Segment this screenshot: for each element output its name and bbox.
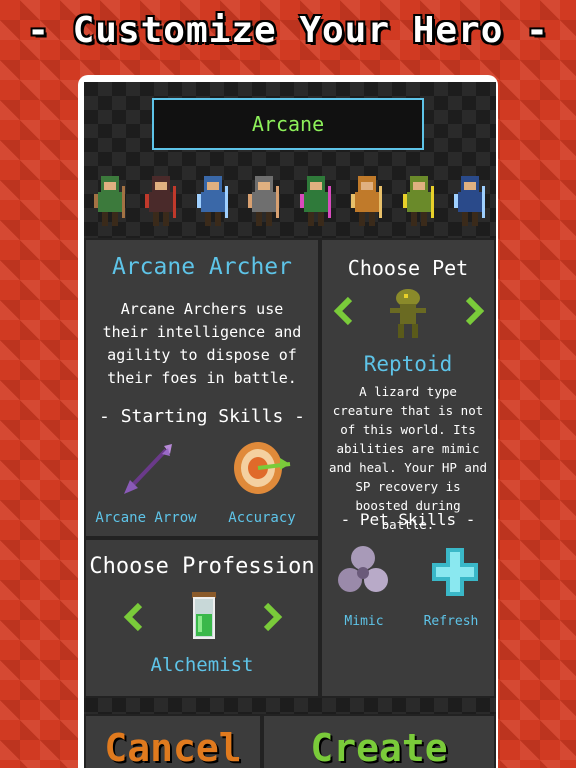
choose-pet-heading: Choose Pet	[347, 256, 469, 280]
chevron-left-icon	[333, 296, 353, 326]
hero-option[interactable]	[242, 172, 286, 230]
accuracy-skill-icon[interactable]	[230, 438, 292, 496]
grey-hood-hero-icon	[248, 176, 280, 226]
hero-option[interactable]	[448, 172, 492, 230]
hero-name-field[interactable]: Arcane	[152, 98, 424, 150]
hero-option[interactable]	[139, 172, 183, 230]
cancel-button[interactable]: Cancel	[84, 714, 262, 768]
green-hood-hero-icon	[93, 176, 125, 226]
mimic-label: Mimic	[344, 614, 384, 629]
screen-banner: - Customize Your Hero -	[27, 10, 549, 51]
class-title: Arcane Archer	[111, 254, 292, 280]
hero-customizer-panel: Arcane Arcane Archer Arcane Archers use …	[84, 82, 496, 768]
hero-option[interactable]	[397, 172, 441, 230]
pet-next-button[interactable]	[462, 296, 486, 326]
blue-archer-icon	[454, 176, 486, 226]
mimic-skill-icon[interactable]	[336, 544, 390, 600]
potion-icon	[190, 592, 218, 642]
refresh-label: Refresh	[423, 614, 479, 629]
hero-option[interactable]	[294, 172, 338, 230]
pet-skills-heading: - Pet Skills -	[340, 510, 476, 529]
class-description: Arcane Archers use their intelligence an…	[102, 300, 302, 387]
orange-archer-icon	[351, 176, 383, 226]
mohawk-warrior-icon	[299, 176, 331, 226]
red-dark-hero-icon	[145, 176, 177, 226]
hero-name-text: Arcane	[251, 112, 325, 136]
reptoid-pet-icon	[382, 286, 436, 342]
hero-option[interactable]	[88, 172, 132, 230]
profession-prev-button[interactable]	[122, 602, 146, 632]
starting-skills-heading: - Starting Skills -	[99, 406, 305, 427]
choose-profession-heading: Choose Profession	[89, 554, 315, 579]
blue-mage-hero-icon	[196, 176, 228, 226]
arcane-arrow-label: Arcane Arrow	[95, 510, 197, 526]
arcane-arrow-skill-icon[interactable]	[120, 440, 174, 496]
profession-name: Alchemist	[150, 654, 254, 676]
create-button[interactable]: Create	[262, 714, 496, 768]
hero-selector-row	[84, 170, 496, 230]
goblin-icon	[402, 176, 434, 226]
pet-prev-button[interactable]	[332, 296, 356, 326]
hero-option[interactable]	[345, 172, 389, 230]
pet-name: Reptoid	[363, 352, 453, 376]
class-info-panel: Arcane Archer Arcane Archers use their i…	[84, 238, 320, 538]
chevron-right-icon	[465, 296, 485, 326]
cancel-button-label: Cancel	[104, 726, 242, 768]
accuracy-label: Accuracy	[228, 510, 296, 526]
refresh-skill-icon[interactable]	[428, 544, 482, 600]
chevron-left-icon	[123, 602, 143, 632]
profession-next-button[interactable]	[260, 602, 284, 632]
pet-panel: Choose Pet Reptoid A lizard type creatur…	[320, 238, 496, 698]
hero-option[interactable]	[191, 172, 235, 230]
profession-panel: Choose Profession Alchemist	[84, 538, 320, 698]
chevron-right-icon	[263, 602, 283, 632]
create-button-label: Create	[310, 726, 448, 768]
